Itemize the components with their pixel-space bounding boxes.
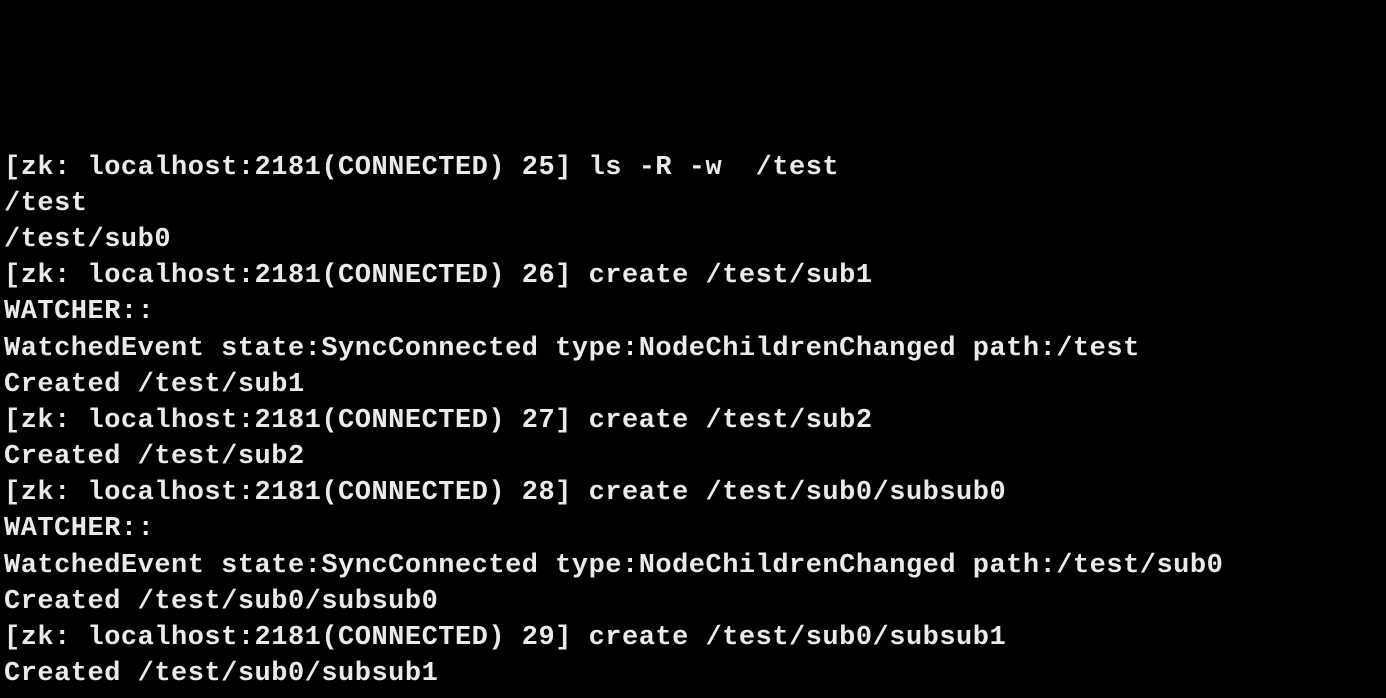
- terminal-line: /test: [4, 186, 1382, 222]
- terminal-line: Created /test/sub0/subsub1: [4, 656, 1382, 692]
- terminal-line: [zk: localhost:2181(CONNECTED) 28] creat…: [4, 475, 1382, 511]
- terminal-line: WATCHER::: [4, 511, 1382, 547]
- terminal-line: Created /test/sub1: [4, 367, 1382, 403]
- terminal-line: [zk: localhost:2181(CONNECTED) 25] ls -R…: [4, 150, 1382, 186]
- terminal-line: [zk: localhost:2181(CONNECTED) 29] creat…: [4, 620, 1382, 656]
- terminal-line: Created /test/sub0/subsub0: [4, 584, 1382, 620]
- terminal-output[interactable]: [zk: localhost:2181(CONNECTED) 25] ls -R…: [4, 150, 1382, 693]
- terminal-line: WATCHER::: [4, 294, 1382, 330]
- terminal-line: WatchedEvent state:SyncConnected type:No…: [4, 548, 1382, 584]
- terminal-line: Created /test/sub2: [4, 439, 1382, 475]
- terminal-line: [zk: localhost:2181(CONNECTED) 27] creat…: [4, 403, 1382, 439]
- terminal-line: /test/sub0: [4, 222, 1382, 258]
- terminal-line: [zk: localhost:2181(CONNECTED) 26] creat…: [4, 258, 1382, 294]
- terminal-line: WatchedEvent state:SyncConnected type:No…: [4, 331, 1382, 367]
